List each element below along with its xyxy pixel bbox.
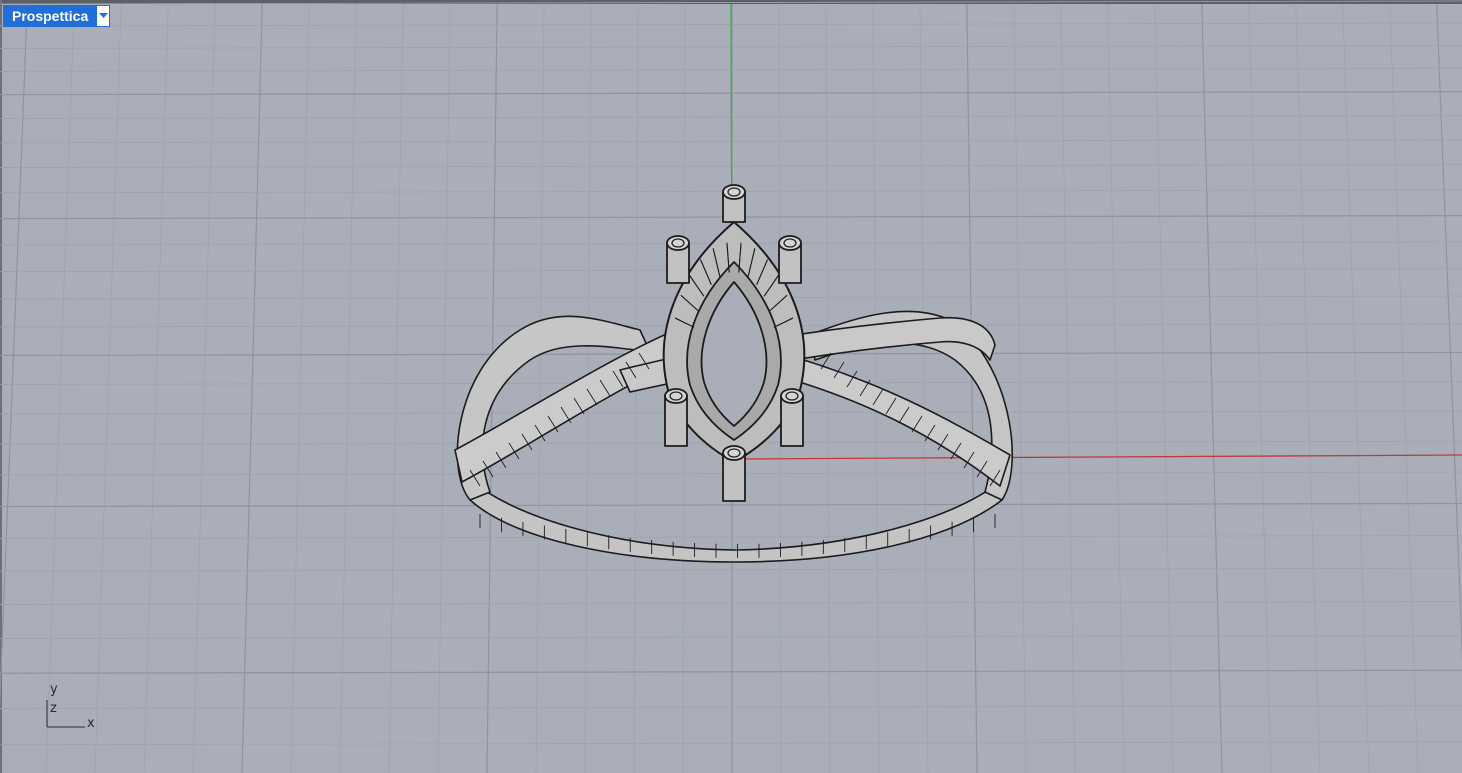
grid-line [0, 502, 1462, 508]
prong [778, 235, 802, 284]
grid-line [1013, 3, 1027, 773]
grid-line [1060, 3, 1076, 773]
grid-line [143, 3, 169, 773]
grid-line [192, 3, 216, 773]
prong [664, 388, 688, 447]
grid-line [0, 535, 1462, 539]
viewport-title-tab[interactable]: Prospettica [3, 5, 111, 27]
grid-line [1107, 3, 1125, 773]
grid-line [1342, 3, 1370, 773]
grid-line [1201, 3, 1223, 773]
grid-line [1436, 3, 1462, 662]
grid-line [339, 3, 357, 773]
prong [666, 235, 690, 284]
grid-line [0, 669, 1462, 674]
dropdown-arrow-icon[interactable] [96, 5, 111, 27]
grid-line [1248, 3, 1272, 773]
grid-line [1295, 3, 1321, 773]
prong [722, 445, 746, 502]
grid-line [0, 567, 1462, 572]
grid-line [1154, 3, 1174, 773]
grid-line [0, 3, 28, 713]
axis-gizmo-y-label: y [50, 682, 58, 697]
grid-line [94, 3, 122, 773]
perspective-viewport[interactable]: y z x Prospettica [0, 0, 1462, 773]
grid-line [0, 741, 1462, 746]
grid-line [0, 601, 1462, 605]
prong [780, 388, 804, 447]
prong [722, 184, 746, 223]
grid-line [1389, 3, 1419, 773]
grid-line [437, 3, 451, 773]
grid-line [241, 3, 263, 773]
grid-line [45, 3, 75, 773]
grid-line [0, 705, 1462, 710]
x-axis-line [734, 454, 1462, 460]
axis-gizmo-x-label: x [87, 716, 95, 731]
grid-line [535, 3, 545, 773]
grid-line [0, 0, 1462, 5]
grid-line [966, 3, 978, 773]
grid-line [290, 3, 310, 773]
viewport-title[interactable]: Prospettica [3, 5, 97, 27]
grid-line [0, 635, 1462, 639]
axis-gizmo-z-label: z [50, 701, 57, 716]
viewport-canvas[interactable] [0, 0, 1462, 773]
grid-line [388, 3, 404, 773]
grid-line [919, 3, 929, 773]
